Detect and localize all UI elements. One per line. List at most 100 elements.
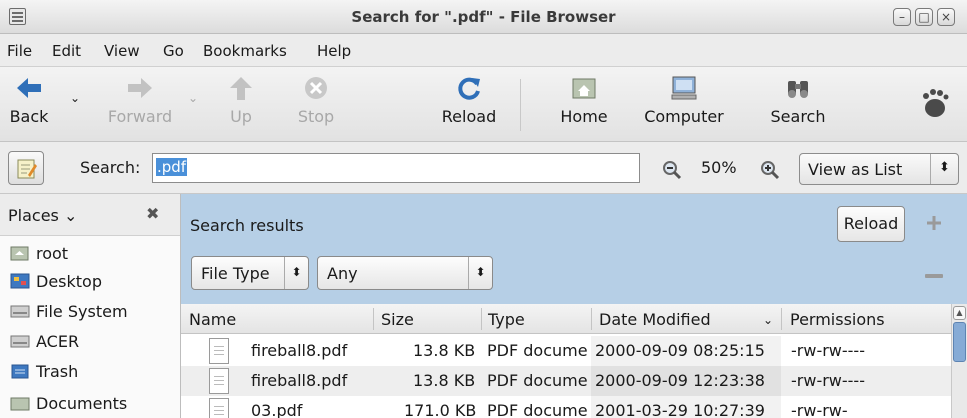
chevron-down-icon: ⌄ [63, 206, 78, 225]
reload-label: Reload [441, 107, 497, 126]
file-type: PDF docume [487, 371, 588, 390]
back-button[interactable]: Back [4, 75, 54, 126]
sidebar-item-documents[interactable]: Documents [10, 394, 127, 418]
gnome-foot-icon [923, 89, 949, 117]
forward-arrow-icon [128, 78, 152, 98]
select-arrows-icon: ⬍ [284, 257, 308, 289]
stop-button[interactable]: Stop [286, 75, 346, 126]
reload-icon [458, 77, 480, 100]
sidebar: Places ⌄ ✖ root Desktop File System ACER… [0, 194, 181, 418]
column-permissions[interactable]: Permissions [790, 310, 885, 329]
search-button[interactable]: Search [764, 75, 832, 126]
table-row[interactable]: fireball8.pdf 13.8 KB PDF docume 2000-09… [181, 336, 951, 366]
computer-label: Computer [644, 107, 724, 126]
menu-bookmarks[interactable]: Bookmarks [203, 42, 287, 60]
sidebar-item-desktop[interactable]: Desktop [10, 272, 102, 300]
add-criterion-icon[interactable] [925, 214, 943, 232]
column-size[interactable]: Size [381, 310, 414, 329]
places-header: Places ⌄ ✖ [0, 194, 180, 236]
search-query-text: .pdf [156, 158, 188, 176]
minimize-button[interactable]: – [893, 8, 911, 26]
file-date: 2000-09-09 12:23:38 [595, 371, 765, 390]
file-size: 171.0 KB [404, 401, 477, 418]
back-history-dropdown[interactable]: ⌄ [70, 91, 80, 105]
remove-criterion-icon[interactable] [925, 274, 943, 278]
view-mode-select[interactable]: View as List ⬍ [799, 153, 959, 185]
up-arrow-icon [230, 77, 252, 100]
column-separator [781, 308, 782, 330]
home-folder-icon [10, 246, 29, 261]
home-button[interactable]: Home [554, 75, 614, 126]
search-input[interactable]: .pdf [152, 153, 640, 183]
desktop-icon [10, 273, 30, 289]
file-permissions: -rw-rw- [791, 401, 848, 418]
reload-button[interactable]: Reload [436, 75, 502, 126]
maximize-button[interactable]: □ [915, 8, 933, 26]
menu-help[interactable]: Help [317, 42, 351, 60]
column-name[interactable]: Name [189, 310, 236, 329]
sidebar-item-root[interactable]: root [10, 244, 68, 272]
column-type[interactable]: Type [488, 310, 525, 329]
menu-bar: File Edit View Go Bookmarks Help [0, 34, 967, 66]
file-size: 13.8 KB [413, 371, 476, 390]
close-sidebar-icon[interactable]: ✖ [146, 204, 159, 223]
computer-button[interactable]: Computer [638, 75, 730, 126]
sort-descending-icon: ⌄ [763, 313, 774, 327]
title-bar: Search for ".pdf" - File Browser – □ × [0, 0, 967, 34]
file-name: fireball8.pdf [251, 341, 348, 360]
file-permissions: -rw-rw---- [791, 341, 865, 360]
forward-button[interactable]: Forward [100, 75, 180, 126]
file-size: 13.8 KB [413, 341, 476, 360]
home-label: Home [560, 107, 608, 126]
select-arrows-icon: ⬍ [468, 257, 492, 289]
zoom-level[interactable]: 50% [701, 158, 737, 177]
menu-file[interactable]: File [7, 42, 32, 60]
file-type-select[interactable]: File Type ⬍ [191, 256, 309, 290]
sidebar-item-trash[interactable]: Trash [10, 362, 78, 390]
places-dropdown[interactable]: Places ⌄ [8, 206, 77, 225]
forward-history-dropdown[interactable]: ⌄ [188, 91, 198, 105]
select-arrows-icon: ⬍ [930, 154, 958, 184]
menu-edit[interactable]: Edit [52, 42, 81, 60]
back-arrow-icon [17, 78, 41, 98]
stop-icon [305, 77, 327, 99]
column-separator [373, 308, 374, 330]
file-list-header: Name Size Type Date Modified ⌄ Permissio… [181, 304, 951, 334]
file-date: 2000-09-09 08:25:15 [595, 341, 765, 360]
zoom-in-icon[interactable] [759, 159, 781, 181]
column-date-modified[interactable]: Date Modified [599, 310, 711, 329]
column-separator [591, 308, 592, 330]
sidebar-item-file-system[interactable]: File System [10, 302, 128, 330]
toolbar: Back ⌄ Forward ⌄ Up Stop Reload Home Com… [0, 66, 967, 142]
menu-go[interactable]: Go [163, 42, 184, 60]
scroll-thumb[interactable] [953, 322, 966, 362]
file-name: fireball8.pdf [251, 371, 348, 390]
home-folder-icon [572, 78, 596, 99]
search-reload-button[interactable]: Reload [837, 206, 905, 242]
file-type: PDF docume [487, 341, 588, 360]
window-title: Search for ".pdf" - File Browser [351, 8, 616, 26]
vertical-scrollbar[interactable]: ▲ [951, 304, 967, 418]
computer-icon [671, 76, 697, 100]
pdf-file-icon [209, 368, 229, 394]
up-button[interactable]: Up [216, 75, 266, 126]
search-label: Search [770, 107, 826, 126]
pdf-file-icon [209, 398, 229, 418]
search-results-panel: Search results Reload File Type ⬍ Any ⬍ [181, 194, 967, 304]
file-type-value-select[interactable]: Any ⬍ [317, 256, 493, 290]
scroll-up-icon[interactable]: ▲ [953, 306, 966, 320]
file-name: 03.pdf [251, 401, 303, 418]
filter-value: Any [327, 264, 358, 283]
drive-icon [10, 305, 30, 318]
menu-view[interactable]: View [104, 42, 140, 60]
zoom-out-icon[interactable] [661, 159, 683, 181]
table-row[interactable]: 03.pdf 171.0 KB PDF docume 2001-03-29 10… [181, 396, 951, 418]
pdf-file-icon [209, 338, 229, 364]
close-button[interactable]: × [937, 8, 955, 26]
file-type-value: File Type [201, 264, 270, 283]
table-row[interactable]: fireball8.pdf 13.8 KB PDF docume 2000-09… [181, 366, 951, 396]
toolbar-separator [520, 79, 521, 131]
toggle-location-button[interactable] [8, 151, 44, 185]
sidebar-item-acer[interactable]: ACER [10, 332, 79, 360]
stop-label: Stop [297, 107, 335, 126]
